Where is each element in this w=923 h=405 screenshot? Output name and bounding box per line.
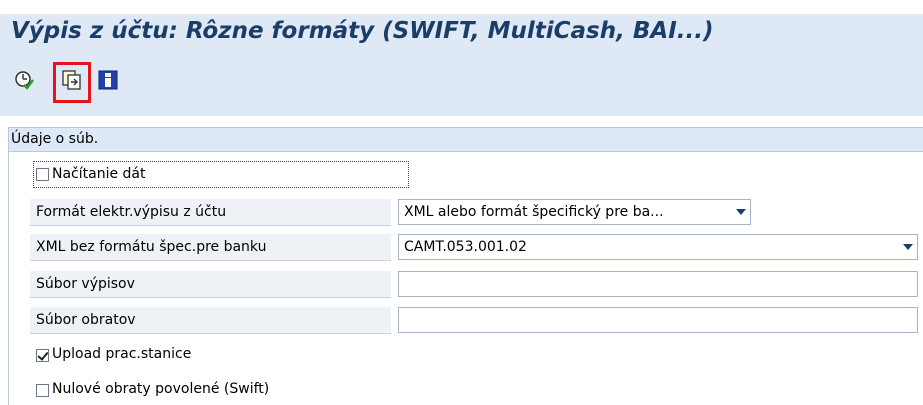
turnover-file-label-box: Súbor obratov (30, 307, 391, 334)
statement-format-label: Formát elektr.výpisu z účtu (36, 204, 227, 220)
upload-pc-label: Upload prac.stanice (52, 346, 192, 362)
info-button[interactable] (96, 68, 120, 92)
statement-file-label: Súbor výpisov (36, 276, 135, 292)
statement-file-input[interactable] (398, 271, 918, 297)
statement-format-value: XML alebo formát špecifický pre ba... (404, 204, 664, 220)
xml-format-label-box: XML bez formátu špec.pre banku (30, 234, 391, 261)
window-title: Výpis z účtu: Rôzne formáty (SWIFT, Mult… (11, 18, 714, 44)
upload-pc-checkbox[interactable] (36, 349, 49, 362)
load-data-checkbox[interactable] (36, 168, 49, 181)
clipped-caption-strip (0, 0, 923, 14)
xml-format-value: CAMT.053.001.02 (404, 239, 527, 255)
execute-button[interactable] (12, 68, 36, 92)
turnover-file-label: Súbor obratov (36, 312, 136, 328)
statement-file-label-box: Súbor výpisov (30, 271, 391, 298)
group-title: Údaje o súb. (11, 131, 99, 147)
zero-turnover-checkbox[interactable] (36, 384, 49, 397)
execute-icon (15, 71, 34, 90)
xml-format-select[interactable]: CAMT.053.001.02 (398, 234, 918, 260)
statement-format-label-box: Formát elektr.výpisu z účtu (30, 199, 391, 226)
statement-format-select[interactable]: XML alebo formát špecifický pre ba... (398, 199, 751, 225)
highlight-frame (53, 62, 91, 103)
xml-format-label: XML bez formátu špec.pre banku (36, 239, 267, 255)
group-header: Údaje o súb. (8, 127, 923, 152)
turnover-file-input[interactable] (398, 307, 918, 333)
chevron-down-icon[interactable] (736, 209, 746, 215)
info-icon (98, 70, 118, 90)
title-bar: Výpis z účtu: Rôzne formáty (SWIFT, Mult… (0, 14, 923, 54)
application-toolbar (0, 54, 923, 116)
load-data-label: Načítanie dát (52, 166, 146, 182)
zero-turnover-label: Nulové obraty povolené (Swift) (52, 381, 270, 397)
chevron-down-icon[interactable] (903, 244, 913, 250)
